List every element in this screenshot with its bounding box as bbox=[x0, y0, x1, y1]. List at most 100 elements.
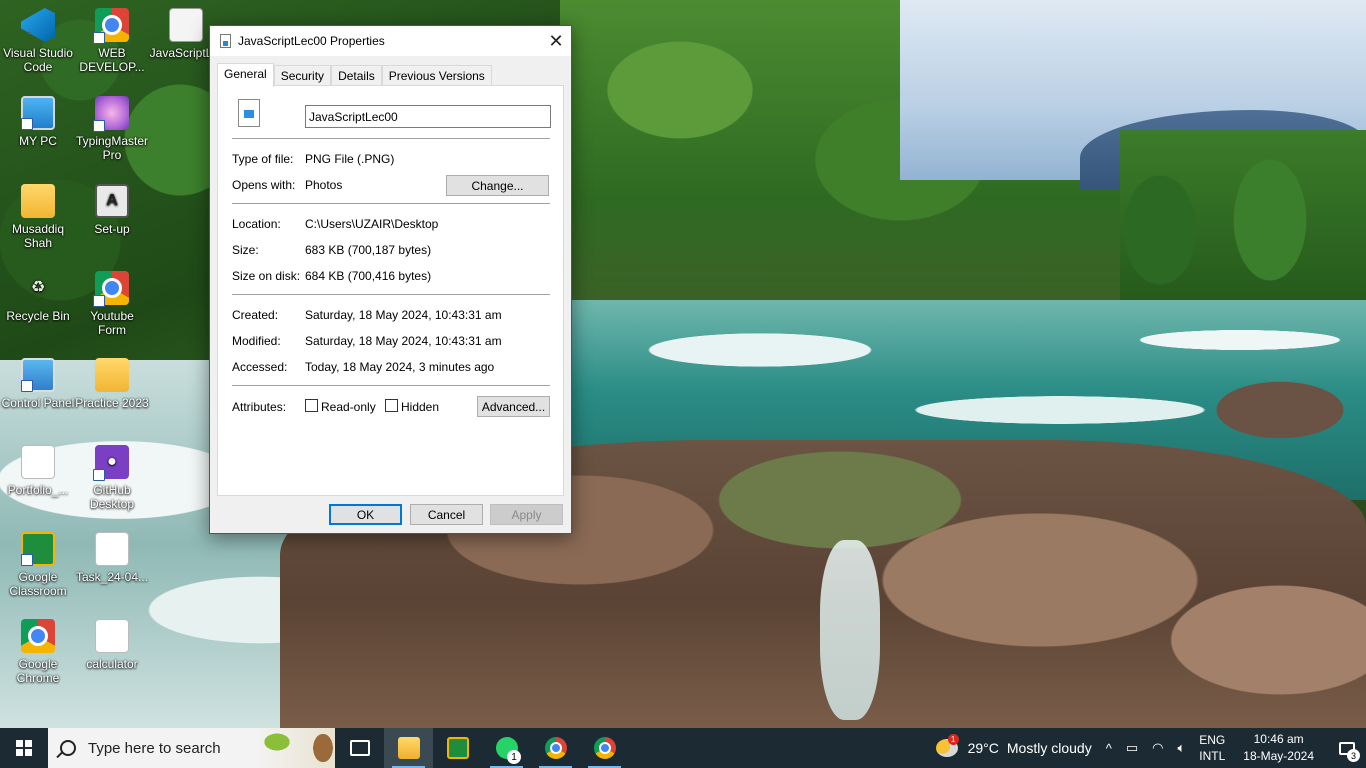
whatsapp-badge: 1 bbox=[507, 750, 521, 764]
clock[interactable]: 10:46 am 18-May-2024 bbox=[1243, 731, 1314, 765]
tab-previous-versions[interactable]: Previous Versions bbox=[381, 65, 492, 86]
desktop-icon-label: Task_24-04... bbox=[75, 570, 149, 584]
search-highlight-image bbox=[255, 728, 335, 768]
clock-time: 10:46 am bbox=[1253, 732, 1304, 746]
desktop-icon-google-chrome[interactable]: Google Chrome bbox=[0, 613, 76, 693]
desktop-icon-musaddiq-shah[interactable]: Musaddiq Shah bbox=[0, 178, 76, 258]
close-icon[interactable]: ✕ bbox=[541, 26, 571, 56]
weather-widget[interactable]: 1 29°C Mostly cloudy bbox=[935, 734, 1092, 757]
tab-security[interactable]: Security bbox=[273, 65, 332, 86]
desktop-icon-recycle-bin[interactable]: ♻ Recycle Bin bbox=[0, 265, 76, 345]
desktop-icon-google-classroom[interactable]: Google Classroom bbox=[0, 526, 76, 606]
language-code: ENG bbox=[1199, 733, 1226, 747]
change-button[interactable]: Change... bbox=[446, 175, 549, 196]
chrome-icon bbox=[544, 737, 567, 759]
tab-details[interactable]: Details bbox=[331, 65, 382, 86]
divider bbox=[232, 294, 550, 295]
file-explorer-icon bbox=[397, 737, 420, 759]
accessed-label: Accessed: bbox=[232, 360, 288, 374]
location-value: C:\Users\UZAIR\Desktop bbox=[305, 217, 439, 231]
weather-temp: 29°C bbox=[967, 740, 999, 756]
desktop-icon-web-develop[interactable]: WEB DEVELOP... bbox=[74, 2, 150, 82]
desktop-icon-label: Musaddiq Shah bbox=[11, 222, 65, 250]
search-icon bbox=[60, 740, 76, 756]
tab-general[interactable]: General bbox=[217, 63, 274, 87]
desktop-icon-vscode[interactable]: Visual Studio Code bbox=[0, 2, 76, 82]
size-on-disk-label: Size on disk: bbox=[232, 269, 301, 283]
desktop-icon-label: Control Panel bbox=[1, 396, 75, 410]
image-file-icon bbox=[220, 34, 231, 48]
desktop-icon-label: Recycle Bin bbox=[6, 309, 70, 323]
cancel-button[interactable]: Cancel bbox=[410, 504, 483, 525]
language-indicator[interactable]: ENG INTL bbox=[1199, 732, 1225, 764]
dialog-titlebar[interactable]: JavaScriptLec00 Properties ✕ bbox=[210, 26, 571, 56]
chrome-icon bbox=[93, 8, 129, 44]
location-label: Location: bbox=[232, 217, 281, 231]
system-tray: 1 29°C Mostly cloudy ^ ▭ ◠ 🔈︎ ENG INTL 1… bbox=[935, 728, 1366, 768]
desktop-icon-task[interactable]: Task_24-04... bbox=[74, 526, 150, 606]
tab-strip: General Security Details Previous Versio… bbox=[217, 63, 492, 87]
desktop-icon-calculator[interactable]: calculator bbox=[74, 613, 150, 693]
notification-count: 3 bbox=[1347, 749, 1360, 762]
image-file-icon bbox=[169, 8, 203, 42]
readonly-label: Read-only bbox=[321, 400, 376, 414]
created-label: Created: bbox=[232, 308, 279, 322]
chevron-up-icon[interactable]: ^ bbox=[1106, 741, 1112, 756]
taskbar-whatsapp[interactable]: 1 bbox=[482, 728, 531, 768]
advanced-button[interactable]: Advanced... bbox=[477, 396, 550, 417]
taskbar-chrome-profile-2[interactable] bbox=[580, 728, 629, 768]
desktop-icon-my-pc[interactable]: MY PC bbox=[0, 90, 76, 170]
modified-value: Saturday, 18 May 2024, 10:43:31 am bbox=[305, 334, 502, 348]
recycle-bin-icon: ♻ bbox=[30, 279, 46, 296]
taskbar-file-explorer[interactable] bbox=[384, 728, 433, 768]
desktop-icon-label: Youtube Form bbox=[90, 309, 134, 337]
user-folder-icon bbox=[21, 184, 55, 218]
properties-dialog: JavaScriptLec00 Properties ✕ General Sec… bbox=[209, 25, 572, 534]
apply-button[interactable]: Apply bbox=[490, 504, 563, 525]
partly-cloudy-icon: 1 bbox=[935, 734, 959, 757]
attributes-label: Attributes: bbox=[232, 400, 287, 414]
desktop-icon-youtube-form[interactable]: Youtube Form bbox=[74, 265, 150, 345]
desktop-icon-control-panel[interactable]: Control Panel bbox=[0, 352, 76, 432]
file-name-input[interactable] bbox=[305, 105, 551, 128]
modified-label: Modified: bbox=[232, 334, 281, 348]
desktop-icon-github-desktop[interactable]: ● GitHub Desktop bbox=[74, 439, 150, 519]
desktop-icon-label: Visual Studio Code bbox=[3, 46, 73, 74]
desktop-icon-label: TypingMaster Pro bbox=[75, 134, 149, 162]
task-view-button[interactable] bbox=[335, 728, 384, 768]
readonly-checkbox[interactable] bbox=[305, 399, 318, 412]
hidden-label: Hidden bbox=[401, 400, 440, 414]
taskbar: Type here to search 1 1 29°C Mostly clou… bbox=[0, 728, 1366, 768]
notification-center-button[interactable]: 3 bbox=[1332, 728, 1362, 768]
taskbar-search-box[interactable]: Type here to search bbox=[48, 728, 335, 768]
taskbar-chrome[interactable] bbox=[531, 728, 580, 768]
desktop-icon-typingmaster[interactable]: TypingMaster Pro bbox=[74, 90, 150, 170]
speaker-icon[interactable]: 🔈︎ bbox=[1177, 740, 1185, 756]
hidden-checkbox[interactable] bbox=[385, 399, 398, 412]
classroom-icon bbox=[446, 737, 469, 759]
desktop-icon-label: WEB DEVELOP... bbox=[79, 46, 145, 74]
desktop-icon-label: GitHub Desktop bbox=[89, 483, 135, 511]
chrome-icon bbox=[21, 619, 55, 653]
ok-button[interactable]: OK bbox=[329, 504, 402, 525]
weather-badge: 1 bbox=[947, 734, 959, 745]
start-button[interactable] bbox=[0, 728, 48, 768]
chrome-icon bbox=[93, 271, 129, 307]
desktop-icon-label: Google Classroom bbox=[9, 570, 67, 598]
size-label: Size: bbox=[232, 243, 259, 257]
desktop-icon-portfolio[interactable]: Portfolio_... bbox=[0, 439, 76, 519]
html-file-icon bbox=[21, 445, 55, 479]
desktop-icon-label: Portfolio_... bbox=[7, 483, 69, 497]
html-file-icon bbox=[95, 532, 129, 566]
windows-logo-icon bbox=[16, 740, 32, 756]
taskbar-google-classroom[interactable] bbox=[433, 728, 482, 768]
wifi-icon[interactable]: ◠ bbox=[1152, 740, 1163, 756]
battery-icon[interactable]: ▭ bbox=[1126, 740, 1138, 756]
desktop-icon-setup[interactable]: A Set-up bbox=[74, 178, 150, 258]
desktop-icon-practice-2023[interactable]: Practice 2023 bbox=[74, 352, 150, 432]
clock-date: 18-May-2024 bbox=[1243, 749, 1314, 763]
type-of-file-value: PNG File (.PNG) bbox=[305, 152, 395, 166]
desktop-wallpaper bbox=[0, 0, 1366, 728]
typingmaster-icon bbox=[93, 96, 129, 132]
desktop-icon-label: Google Chrome bbox=[16, 657, 60, 685]
